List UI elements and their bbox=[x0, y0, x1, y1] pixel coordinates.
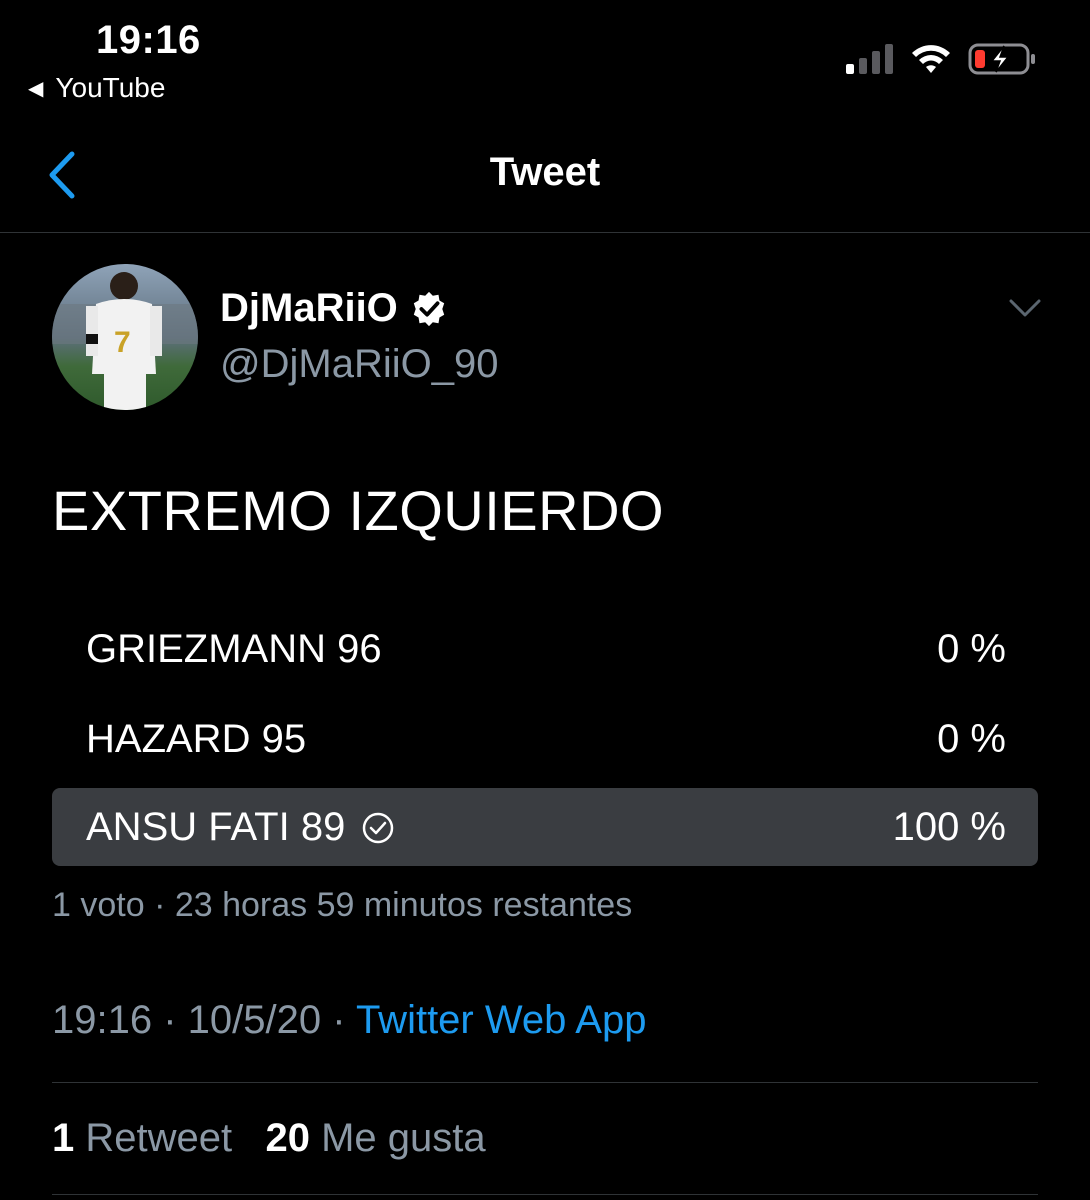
screen: 19:16 ◀ YouTube Tweet 7 DjMaRiiO @DjMaRi… bbox=[0, 0, 1090, 1200]
check-circle-icon bbox=[363, 812, 394, 843]
page-title: Tweet bbox=[489, 150, 601, 194]
poll-option-percent: 0 % bbox=[937, 717, 1006, 761]
status-time: 19:16 bbox=[96, 18, 201, 62]
retweets-label: Retweet bbox=[85, 1116, 233, 1160]
poll-option[interactable]: GRIEZMANN 96 0 % bbox=[52, 610, 1038, 688]
poll-option-percent: 0 % bbox=[937, 627, 1006, 671]
verified-badge-icon bbox=[413, 291, 444, 326]
retweets-link[interactable]: 1 Retweet bbox=[52, 1116, 232, 1160]
likes-count: 20 bbox=[265, 1116, 310, 1160]
back-triangle-icon: ◀ bbox=[28, 77, 44, 100]
back-to-app-link[interactable]: ◀ YouTube bbox=[28, 72, 165, 104]
status-icons bbox=[846, 42, 1038, 76]
svg-text:7: 7 bbox=[114, 326, 131, 359]
divider bbox=[52, 1082, 1038, 1083]
author-display-name[interactable]: DjMaRiiO bbox=[220, 286, 448, 331]
poll-option-label: GRIEZMANN 96 bbox=[86, 627, 382, 671]
author-handle[interactable]: @DjMaRiiO_90 bbox=[220, 342, 498, 387]
signal-icon bbox=[846, 44, 893, 74]
timestamp-separator: · bbox=[321, 998, 356, 1042]
nav-bar: Tweet bbox=[0, 130, 1090, 233]
wifi-icon bbox=[912, 45, 950, 73]
likes-link[interactable]: 20 Me gusta bbox=[265, 1116, 485, 1160]
divider bbox=[52, 1194, 1038, 1195]
poll-option-label: HAZARD 95 bbox=[86, 717, 307, 761]
chevron-down-icon[interactable] bbox=[1008, 296, 1042, 320]
timestamp-separator: · bbox=[152, 998, 188, 1042]
retweets-count: 1 bbox=[52, 1116, 75, 1160]
poll-option-percent: 100 % bbox=[892, 805, 1006, 849]
poll-option[interactable]: HAZARD 95 0 % bbox=[52, 700, 1038, 778]
avatar-image: 7 bbox=[52, 264, 198, 410]
tweet-text: EXTREMO IZQUIERDO bbox=[52, 479, 665, 542]
battery-charging-icon bbox=[968, 43, 1035, 75]
back-app-label: YouTube bbox=[55, 72, 166, 103]
poll-option-winner[interactable]: ANSU FATI 89 100 % bbox=[52, 788, 1038, 866]
timestamp-time: 19:16 bbox=[52, 998, 153, 1042]
poll-meta: 1 voto · 23 horas 59 minutos restantes bbox=[52, 886, 633, 924]
avatar[interactable]: 7 bbox=[52, 264, 198, 410]
poll-option-label: ANSU FATI 89 bbox=[86, 805, 346, 849]
display-name-text: DjMaRiiO bbox=[220, 286, 398, 330]
timestamp-date: 10/5/20 bbox=[187, 998, 322, 1042]
likes-label: Me gusta bbox=[321, 1116, 486, 1160]
tweet-timestamp: 19:16 · 10/5/20 · Twitter Web App bbox=[52, 998, 646, 1043]
tweet-source-link[interactable]: Twitter Web App bbox=[356, 998, 647, 1042]
tweet-stats: 1 Retweet 20 Me gusta bbox=[52, 1116, 486, 1161]
